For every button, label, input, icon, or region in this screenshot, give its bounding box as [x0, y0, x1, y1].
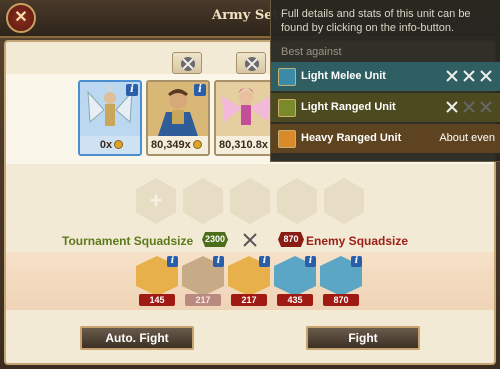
- unit-type-badge[interactable]: [172, 52, 202, 74]
- fairy-portrait: [216, 82, 276, 136]
- enemy-squadsize-label: Enemy Squadsize: [306, 234, 409, 248]
- info-button[interactable]: i: [126, 84, 138, 96]
- tooltip-description: Full details and stats of this unit can …: [281, 8, 471, 34]
- info-button[interactable]: i: [259, 256, 270, 267]
- crossed-swords-icon: [245, 57, 259, 71]
- strength-swords-icon: [446, 101, 492, 113]
- info-button[interactable]: i: [305, 256, 316, 267]
- tournament-squadsize-label: Tournament Squadsize: [62, 234, 194, 248]
- enemy-unit-count: 217: [185, 294, 221, 306]
- unit-card[interactable]: i 0x: [78, 80, 142, 156]
- info-button[interactable]: i: [194, 84, 206, 96]
- coin-icon: [114, 140, 124, 149]
- close-button[interactable]: ✕: [6, 3, 36, 33]
- heavy-ranged-icon: [278, 130, 296, 148]
- auto-fight-button[interactable]: Auto. Fight: [80, 326, 194, 350]
- fight-button[interactable]: Fight: [306, 326, 420, 350]
- unit-count: 80,349x: [148, 136, 208, 154]
- enemy-squadsize-value: 870: [278, 232, 304, 247]
- best-against-label: Best against: [281, 46, 342, 58]
- light-melee-icon: [278, 68, 296, 86]
- info-button[interactable]: i: [167, 256, 178, 267]
- enemy-unit-count: 870: [323, 294, 359, 306]
- row-value: About even: [439, 132, 495, 144]
- tournament-squadsize-value: 2300: [202, 232, 228, 247]
- unit-type-badge[interactable]: [236, 52, 266, 74]
- light-ranged-icon: [278, 99, 296, 117]
- unit-count: 0x: [80, 136, 140, 154]
- info-button[interactable]: i: [351, 256, 362, 267]
- enemy-unit[interactable]: i 870: [320, 256, 362, 306]
- enemy-unit-count: 145: [139, 294, 175, 306]
- row-label: Heavy Ranged Unit: [301, 132, 402, 144]
- enemy-unit[interactable]: i 435: [274, 256, 316, 306]
- row-label: Light Ranged Unit: [301, 101, 396, 113]
- crossed-swords-icon: [181, 57, 195, 71]
- unit-card[interactable]: 80,310.8x: [214, 80, 278, 156]
- coin-icon: [192, 140, 202, 149]
- versus-swords-icon: [243, 233, 257, 247]
- info-button[interactable]: i: [213, 256, 224, 267]
- unit-card[interactable]: i 80,349x: [146, 80, 210, 156]
- enemy-unit[interactable]: i 145: [136, 256, 178, 306]
- strength-swords-icon: [446, 70, 492, 82]
- enemy-unit-count: 217: [231, 294, 267, 306]
- enemy-unit[interactable]: i 217: [228, 256, 270, 306]
- unit-tooltip: Full details and stats of this unit can …: [270, 0, 500, 162]
- best-against-row: Light Ranged Unit: [271, 93, 500, 122]
- enemy-unit-count: 435: [277, 294, 313, 306]
- best-against-row: Heavy Ranged Unit About even: [271, 124, 500, 153]
- unit-count: 80,310.8x: [216, 136, 276, 154]
- best-against-row: Light Melee Unit: [271, 62, 500, 91]
- squadsize-row: Tournament Squadsize 2300 870 Enemy Squa…: [6, 228, 494, 252]
- plus-icon[interactable]: +: [146, 188, 166, 214]
- enemy-unit[interactable]: i 217: [182, 256, 224, 306]
- row-label: Light Melee Unit: [301, 70, 386, 82]
